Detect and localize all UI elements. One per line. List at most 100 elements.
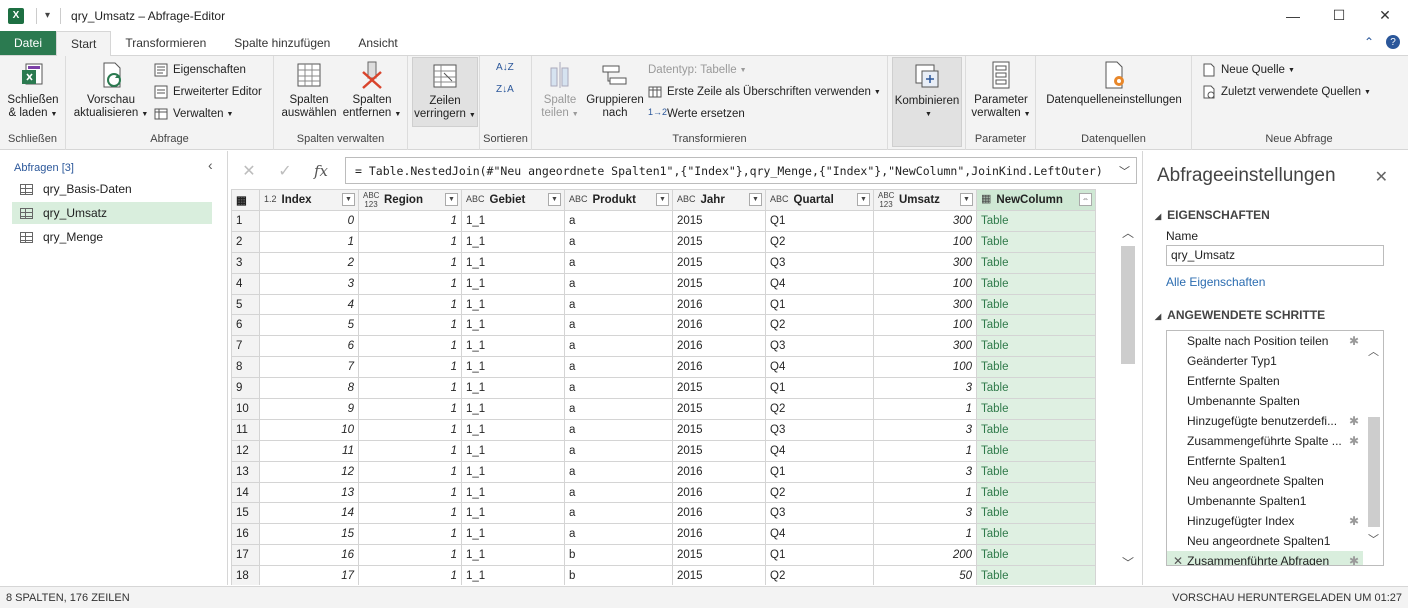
table-link-cell[interactable]: Table: [976, 439, 1096, 462]
table-link-cell[interactable]: Table: [976, 293, 1096, 316]
table-menu-icon[interactable]: ▦: [231, 189, 260, 211]
applied-step[interactable]: Neu angeordnete Spalten1: [1167, 531, 1363, 551]
column-header[interactable]: ABC Produkt ▼: [564, 189, 673, 211]
column-header[interactable]: ABC Gebiet ▼: [461, 189, 565, 211]
column-type-icon[interactable]: ABC 123: [878, 191, 894, 209]
applied-step[interactable]: ✕ Zusammenführte Abfragen ✱: [1167, 551, 1363, 565]
filter-dropdown-icon[interactable]: ▼: [656, 193, 669, 206]
split-column-button[interactable]: Spalte teilen ▼: [536, 60, 584, 121]
column-type-icon[interactable]: ABC: [466, 195, 485, 204]
table-link-cell[interactable]: Table: [976, 314, 1096, 337]
tab-transformieren[interactable]: Transformieren: [111, 31, 220, 55]
table-link-cell[interactable]: Table: [976, 565, 1096, 585]
column-header[interactable]: ABC 123 Region ▼: [358, 189, 462, 211]
column-header[interactable]: ABC Jahr ▼: [672, 189, 766, 211]
sort-ascending-icon[interactable]: A↓Z: [496, 62, 514, 73]
column-header[interactable]: ABC Quartal ▼: [765, 189, 874, 211]
step-settings-gear-icon[interactable]: ✱: [1349, 514, 1359, 528]
grid-scrollbar[interactable]: ︿ ﹀: [1117, 210, 1139, 585]
maximize-button[interactable]: ☐: [1316, 0, 1362, 31]
applied-step[interactable]: Entfernte Spalten1: [1167, 451, 1363, 471]
step-settings-gear-icon[interactable]: ✱: [1349, 414, 1359, 428]
data-type-dropdown[interactable]: Datentyp: Tabelle ▼: [648, 64, 747, 76]
column-type-icon[interactable]: ▦: [981, 194, 991, 205]
table-link-cell[interactable]: Table: [976, 230, 1096, 253]
collapse-pane-icon[interactable]: ‹: [208, 157, 213, 173]
remove-columns-button[interactable]: Spalten entfernen ▼: [342, 60, 402, 121]
column-type-icon[interactable]: ABC: [677, 195, 696, 204]
column-header[interactable]: ABC 123 Umsatz ▼: [873, 189, 977, 211]
choose-columns-button[interactable]: Spalten auswählen: [280, 60, 338, 120]
advanced-editor-button[interactable]: Erweiterter Editor: [154, 85, 262, 99]
tab-start[interactable]: Start: [56, 31, 112, 56]
column-header[interactable]: ▦ NewColumn ⇔: [976, 189, 1096, 211]
recent-sources-button[interactable]: Zuletzt verwendete Quellen ▼: [1202, 85, 1371, 99]
applied-step[interactable]: Umbenannte Spalten: [1167, 391, 1363, 411]
reduce-rows-button[interactable]: Zeilen verringern ▼: [412, 57, 478, 127]
step-settings-gear-icon[interactable]: ✱: [1349, 554, 1359, 565]
column-type-icon[interactable]: ABC: [569, 195, 588, 204]
table-link-cell[interactable]: Table: [976, 460, 1096, 483]
minimize-button[interactable]: —: [1270, 0, 1316, 31]
applied-step[interactable]: Umbenannte Spalten1: [1167, 491, 1363, 511]
applied-step[interactable]: Entfernte Spalten: [1167, 371, 1363, 391]
filter-dropdown-icon[interactable]: ▼: [342, 193, 355, 206]
column-header[interactable]: 1.2 Index ▼: [259, 189, 359, 211]
table-link-cell[interactable]: Table: [976, 398, 1096, 420]
step-settings-gear-icon[interactable]: ✱: [1349, 334, 1359, 348]
scroll-up-icon[interactable]: ︿: [1122, 224, 1134, 241]
commit-formula-icon[interactable]: ✓: [267, 157, 303, 184]
applied-step[interactable]: Zusammengeführte Spalte ... ✱: [1167, 431, 1363, 451]
table-link-cell[interactable]: Table: [976, 544, 1096, 567]
column-type-icon[interactable]: ABC: [770, 195, 789, 204]
manage-button[interactable]: Verwalten ▼: [154, 107, 233, 121]
table-link-cell[interactable]: Table: [976, 481, 1096, 504]
column-type-icon[interactable]: ABC 123: [363, 191, 379, 209]
queries-header[interactable]: Abfragen [3]: [14, 162, 74, 174]
applied-steps-section-header[interactable]: ◢ ANGEWENDETE SCHRITTE: [1155, 308, 1325, 322]
expand-column-icon[interactable]: ⇔: [1079, 193, 1092, 206]
table-link-cell[interactable]: Table: [976, 418, 1096, 441]
steps-scrollbar[interactable]: ︿ ﹀: [1365, 331, 1383, 565]
scroll-down-icon[interactable]: ﹀: [1122, 554, 1134, 571]
filter-dropdown-icon[interactable]: ▼: [749, 193, 762, 206]
table-link-cell[interactable]: Table: [976, 356, 1096, 379]
combine-button[interactable]: Kombinieren ▼: [892, 57, 962, 147]
properties-section-header[interactable]: ◢ EIGENSCHAFTEN: [1155, 208, 1270, 222]
query-item[interactable]: qry_Basis-Daten: [12, 178, 212, 200]
close-pane-icon[interactable]: ✕: [1375, 167, 1388, 187]
delete-step-icon[interactable]: ✕: [1173, 554, 1183, 565]
properties-button[interactable]: Eigenschaften: [154, 63, 246, 77]
filter-dropdown-icon[interactable]: ▼: [548, 193, 561, 206]
table-link-cell[interactable]: Table: [976, 502, 1096, 525]
filter-dropdown-icon[interactable]: ▼: [857, 193, 870, 206]
applied-step[interactable]: Spalte nach Position teilen ✱: [1167, 331, 1363, 351]
expand-formula-icon[interactable]: ﹀: [1119, 163, 1130, 179]
tab-datei[interactable]: Datei: [0, 31, 57, 55]
fx-icon[interactable]: fx: [303, 157, 339, 184]
cancel-formula-icon[interactable]: ✕: [231, 157, 267, 184]
scroll-up-icon[interactable]: ︿: [1368, 343, 1379, 359]
group-by-button[interactable]: Gruppieren nach: [584, 60, 646, 120]
collapse-ribbon-icon[interactable]: ⌃: [1364, 35, 1374, 49]
applied-step[interactable]: Hinzugefügte benutzerdefi... ✱: [1167, 411, 1363, 431]
tab-spalte-hinzufuegen[interactable]: Spalte hinzufügen: [220, 31, 344, 55]
replace-values-button[interactable]: 1→2 Werte ersetzen: [648, 107, 745, 121]
quick-access-dropdown-icon[interactable]: ▾: [45, 10, 50, 21]
formula-input[interactable]: = Table.NestedJoin(#"Neu angeordnete Spa…: [345, 157, 1137, 184]
step-settings-gear-icon[interactable]: ✱: [1349, 434, 1359, 448]
applied-step[interactable]: Geänderter Typ1: [1167, 351, 1363, 371]
query-name-input[interactable]: qry_Umsatz: [1166, 245, 1384, 266]
scrollbar-thumb[interactable]: [1121, 246, 1135, 364]
close-button[interactable]: ✕: [1362, 0, 1408, 31]
scroll-down-icon[interactable]: ﹀: [1368, 531, 1379, 547]
use-first-row-headers-button[interactable]: Erste Zeile als Überschriften verwenden ▼: [648, 85, 881, 99]
table-link-cell[interactable]: Table: [976, 272, 1096, 295]
help-icon[interactable]: ?: [1386, 35, 1400, 49]
table-link-cell[interactable]: Table: [976, 377, 1096, 400]
data-source-settings-button[interactable]: Datenquelleneinstellungen: [1040, 60, 1188, 107]
new-source-button[interactable]: Neue Quelle ▼: [1202, 63, 1295, 77]
refresh-preview-button[interactable]: Vorschau aktualisieren ▼: [72, 60, 150, 121]
table-link-cell[interactable]: Table: [976, 335, 1096, 358]
table-link-cell[interactable]: Table: [976, 523, 1096, 546]
